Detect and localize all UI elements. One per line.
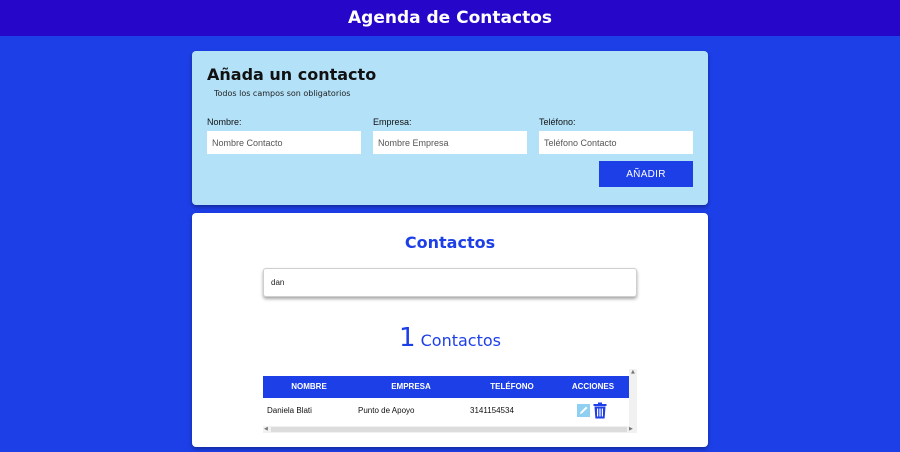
contacts-table: NOMBRE EMPRESA TELÉFONO ACCIONES Daniela… — [263, 369, 637, 433]
table-horizontal-scrollbar[interactable]: ◀ ▶ — [263, 426, 637, 433]
search-input[interactable] — [263, 268, 637, 297]
contact-count-number: 1 — [398, 323, 416, 353]
cell-empresa: Punto de Apoyo — [358, 406, 415, 415]
telefono-label: Teléfono: — [539, 117, 576, 127]
contacts-title: Contactos — [404, 233, 496, 252]
header-acciones: ACCIONES — [571, 382, 615, 391]
contact-count-label: Contactos — [420, 331, 501, 350]
contacts-card: Contactos 1 Contactos NOMBRE EMPRESA TEL… — [192, 213, 708, 447]
cell-telefono: 3141154534 — [470, 406, 514, 415]
table-row: Daniela Blati Punto de Apoyo 3141154534 — [263, 398, 629, 424]
contact-count: 1 Contactos — [192, 323, 708, 353]
trash-icon — [593, 402, 607, 419]
nombre-label: Nombre: — [207, 117, 242, 127]
add-contact-card: Añada un contacto Todos los campos son o… — [192, 51, 708, 205]
horizontal-scroll-thumb[interactable] — [271, 427, 627, 432]
scroll-right-arrow-icon[interactable]: ▶ — [629, 427, 633, 432]
app-header: Agenda de Contactos — [0, 0, 900, 36]
app-title: Agenda de Contactos — [348, 8, 552, 28]
header-telefono: TELÉFONO — [490, 382, 534, 391]
delete-contact-button[interactable] — [593, 402, 607, 419]
table-header-row: NOMBRE EMPRESA TELÉFONO ACCIONES — [263, 376, 629, 398]
header-empresa: EMPRESA — [391, 382, 431, 391]
form-title: Añada un contacto — [207, 65, 377, 84]
header-nombre: NOMBRE — [291, 382, 327, 391]
pencil-icon — [580, 406, 588, 414]
nombre-input[interactable] — [207, 131, 361, 154]
table-vertical-scrollbar[interactable]: ▲ — [629, 369, 637, 426]
empresa-input[interactable] — [373, 131, 527, 154]
form-subtitle: Todos los campos son obligatorios — [214, 89, 351, 98]
telefono-input[interactable] — [539, 131, 693, 154]
empresa-label: Empresa: — [373, 117, 412, 127]
cell-nombre: Daniela Blati — [267, 406, 312, 415]
scroll-left-arrow-icon[interactable]: ◀ — [264, 427, 268, 432]
edit-contact-button[interactable] — [577, 404, 590, 417]
add-contact-button[interactable]: AÑADIR — [599, 161, 693, 187]
scroll-up-arrow-icon[interactable]: ▲ — [631, 370, 635, 375]
